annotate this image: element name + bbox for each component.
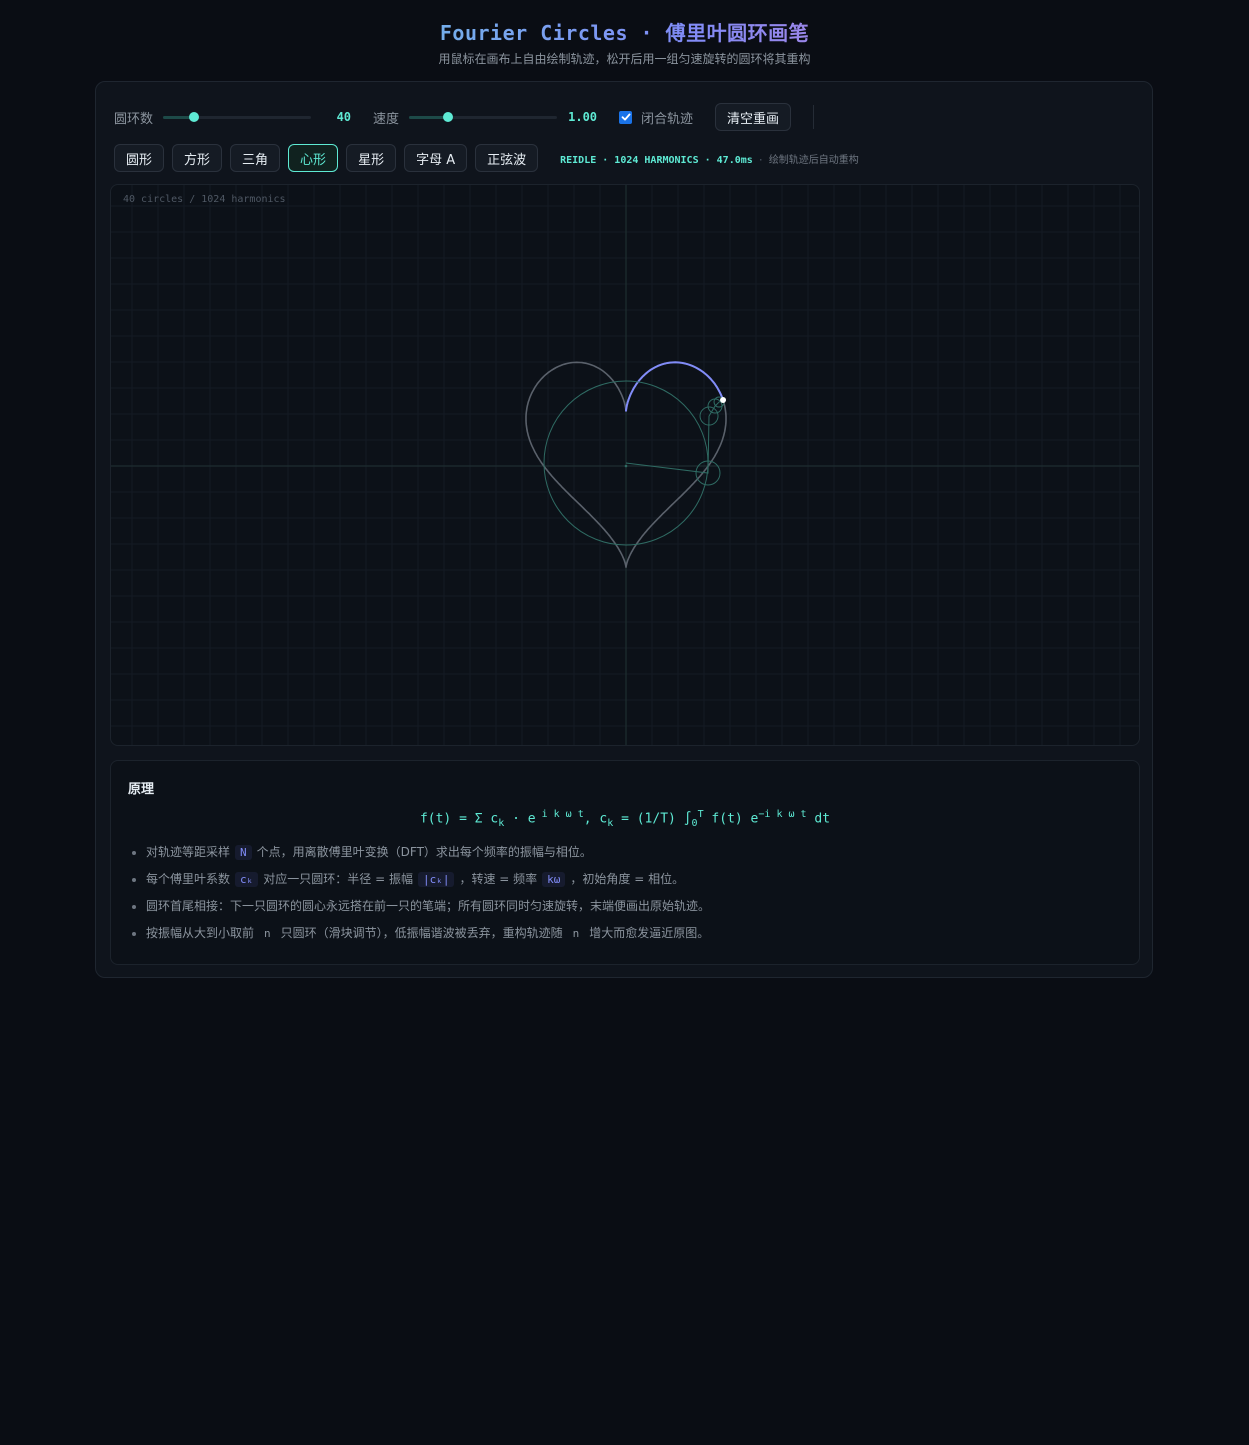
- checkmark-icon: [621, 113, 631, 121]
- theory-bullet: 每个傅里叶系数cₖ对应一只圆环：半径 = 振幅|cₖ|，转速 = 频率kω，初始…: [146, 871, 710, 898]
- preset-heart-button[interactable]: 心形: [288, 144, 339, 172]
- preset-triangle-button[interactable]: 三角: [230, 144, 281, 172]
- circles-value: 40: [336, 110, 352, 124]
- preset-square-button[interactable]: 方形: [172, 144, 223, 172]
- header: Fourier Circles · 傅里叶圆环画笔 用鼠标在画布上自由绘制轨迹，…: [0, 0, 1249, 67]
- closed-toggle[interactable]: 闭合轨迹: [619, 108, 693, 127]
- preset-sine-button[interactable]: 正弦波: [475, 144, 539, 172]
- epicycle-arm: [625, 399, 724, 474]
- status-main: REIDLE · 1024 HARMONICS · 47.0ms: [560, 154, 753, 166]
- closed-label: 闭合轨迹: [641, 111, 694, 127]
- theory-bullet: 对轨迹等距采样N个点，用离散傅里叶变换（DFT）求出每个频率的振幅与相位。: [146, 844, 710, 871]
- canvas-drawing: [111, 185, 1139, 745]
- theory-bullet: 按振幅从大到小取前n只圆环（滑块调节），低振幅谐波被丢弃，重构轨迹随n增大而愈发…: [146, 925, 710, 952]
- theory-title: 原理: [128, 782, 155, 797]
- main-panel: 圆环数 40 速度 1.00 闭合轨迹 清空重画 圆形 方形 三角 心形 星形 …: [95, 81, 1153, 978]
- circles-slider-thumb[interactable]: [189, 112, 200, 122]
- speed-slider-thumb[interactable]: [442, 112, 453, 122]
- theory-bullets: 对轨迹等距采样N个点，用离散傅里叶变换（DFT）求出每个频率的振幅与相位。 每个…: [129, 844, 710, 952]
- toolbar-divider: [813, 105, 815, 129]
- status-separator: ·: [757, 154, 764, 166]
- status-hint: 绘制轨迹后自动重构: [768, 154, 859, 166]
- page-subtitle: 用鼠标在画布上自由绘制轨迹，松开后用一组匀速旋转的圆环将其重构: [438, 52, 811, 66]
- canvas-caption: 40 circles / 1024 harmonics: [123, 194, 286, 205]
- fourier-formula: f(t) = Σ ck · e i k ω t, ck = (1/T) ∫0T …: [419, 809, 831, 829]
- preset-letter-a-button[interactable]: 字母 A: [404, 144, 468, 172]
- preset-row: 圆形 方形 三角 心形 星形 字母 A 正弦波 REIDLE · 1024 HA…: [114, 144, 859, 172]
- circles-label: 圆环数: [114, 111, 154, 127]
- status-line: REIDLE · 1024 HARMONICS · 47.0ms · 绘制轨迹后自动…: [560, 151, 859, 166]
- preset-star-button[interactable]: 星形: [346, 144, 397, 172]
- page-title: Fourier Circles · 傅里叶圆环画笔: [0, 20, 1249, 46]
- center-dot: [624, 464, 628, 468]
- theory-panel: 原理 f(t) = Σ ck · e i k ω t, ck = (1/T) ∫…: [110, 760, 1140, 965]
- speed-value: 1.00: [568, 110, 598, 124]
- speed-slider-fill: [409, 116, 448, 119]
- drawing-canvas[interactable]: 40 circles / 1024 harmonics: [110, 184, 1140, 746]
- theory-bullet: 圆环首尾相接：下一只圆环的圆心永远搭在前一只的笔端；所有圆环同时匀速旋转，末端便…: [146, 898, 710, 925]
- speed-slider[interactable]: [409, 110, 558, 124]
- closed-checkbox[interactable]: [619, 110, 633, 124]
- preset-circle-button[interactable]: 圆形: [114, 144, 165, 172]
- speed-label: 速度: [373, 111, 400, 127]
- circles-slider[interactable]: [163, 110, 312, 124]
- pen-tip: [720, 397, 727, 404]
- controls-row: 圆环数 40 速度 1.00 闭合轨迹 清空重画: [114, 102, 815, 132]
- clear-button[interactable]: 清空重画: [715, 103, 792, 131]
